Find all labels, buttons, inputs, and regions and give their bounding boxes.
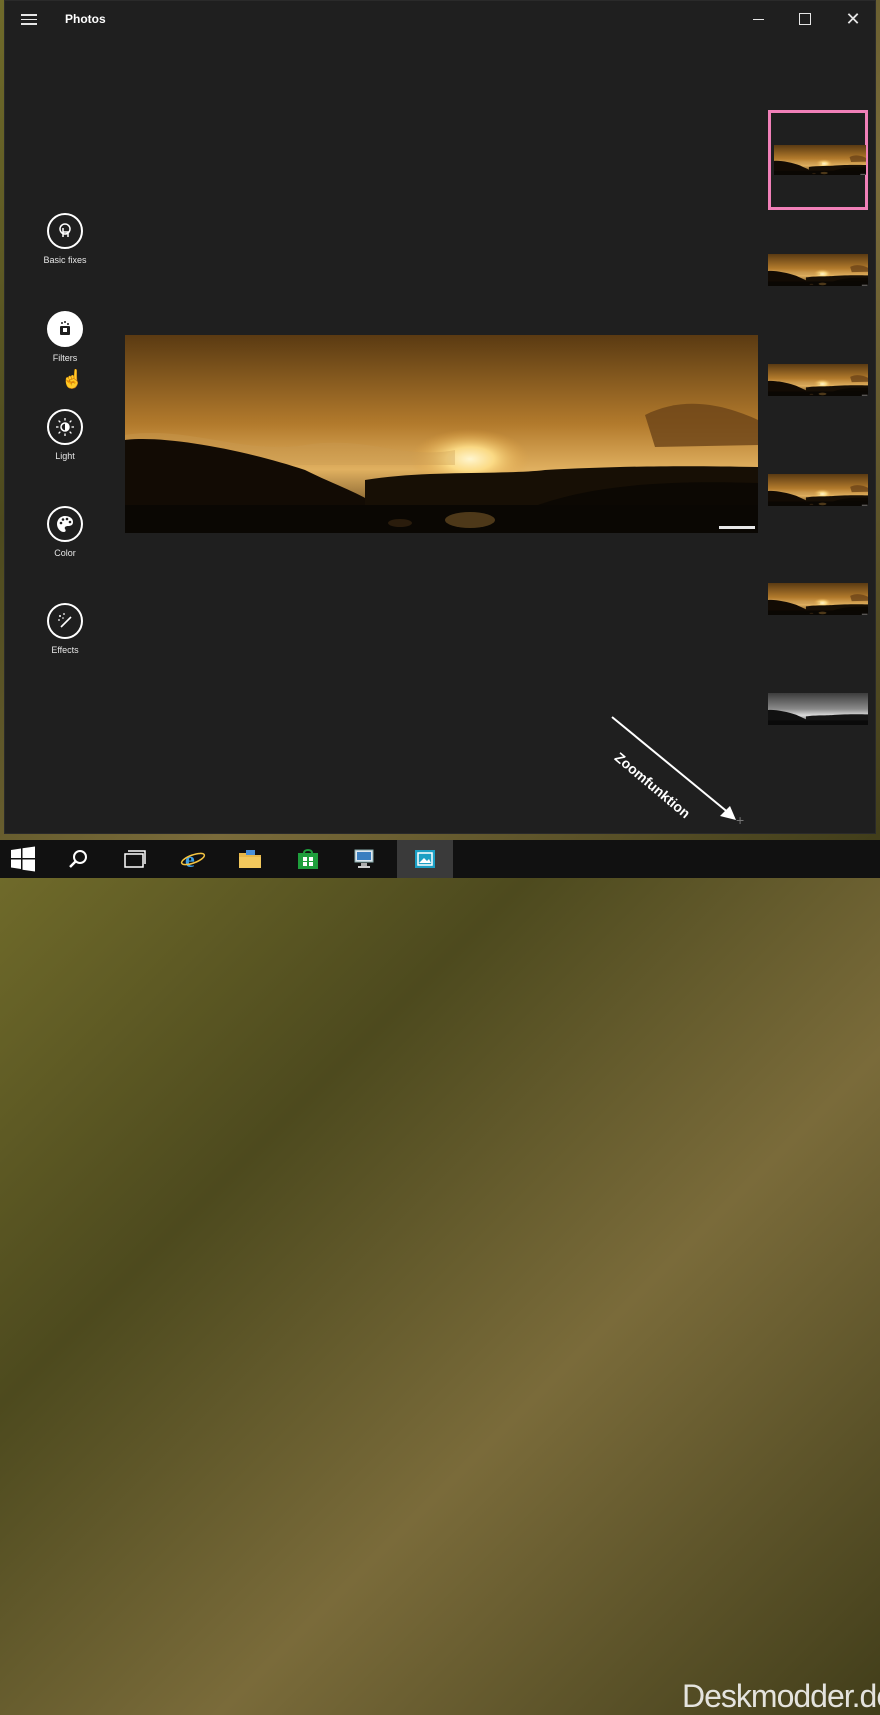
light-icon (47, 409, 83, 445)
close-button[interactable]: ✕ (830, 1, 876, 37)
tool-filters[interactable]: Filters (25, 311, 105, 363)
filter-thumbnail[interactable] (768, 474, 868, 506)
filter-thumbnail-selected[interactable] (768, 110, 868, 210)
minimize-button[interactable] (735, 1, 781, 37)
tool-label: Basic fixes (43, 255, 87, 265)
search-icon[interactable] (55, 840, 101, 878)
hand-cursor-icon: ☝ (61, 369, 84, 389)
photos-icon[interactable] (397, 840, 453, 878)
effects-wand-icon (47, 603, 83, 639)
tool-basic-fixes[interactable]: Basic fixes (25, 213, 105, 265)
maximize-icon (799, 13, 811, 25)
svg-text:e: e (185, 847, 195, 871)
start-icon[interactable] (0, 840, 46, 878)
watermark: Deskmodder.de (682, 1678, 880, 1714)
color-palette-icon (47, 506, 83, 542)
file-explorer-icon[interactable] (227, 840, 273, 878)
main-photo[interactable] (125, 335, 758, 533)
basic-fixes-icon (47, 213, 83, 249)
filter-thumbnail[interactable] (768, 583, 868, 615)
task-view-icon[interactable] (112, 840, 158, 878)
tool-label: Light (55, 451, 75, 461)
minimize-icon (752, 18, 764, 20)
tool-label: Effects (51, 645, 79, 655)
filter-thumbnail[interactable] (768, 364, 868, 396)
tool-color[interactable]: Color (25, 506, 105, 558)
tool-light[interactable]: Light (25, 409, 105, 461)
close-icon: ✕ (845, 9, 861, 29)
tool-label: Filters (52, 353, 78, 363)
network-computer-icon[interactable] (342, 840, 388, 878)
maximize-button[interactable] (782, 1, 828, 37)
store-icon[interactable] (285, 840, 331, 878)
zoom-plus-icon[interactable]: + (736, 812, 744, 828)
filter-thumbnail[interactable] (768, 254, 868, 286)
tool-label: Color (54, 548, 76, 558)
internet-explorer-icon[interactable]: e (170, 840, 216, 878)
app-title: Photos (65, 12, 106, 26)
photos-app-window: Photos ✕ Basic fixes Filters ☝ Light Col… (4, 0, 876, 834)
taskbar: e Deskmodder.de (0, 840, 880, 1714)
tool-effects[interactable]: Effects (25, 603, 105, 655)
filter-thumbnail-grayscale[interactable] (768, 693, 868, 725)
hamburger-menu-icon[interactable] (21, 11, 37, 25)
filters-icon (47, 311, 83, 347)
title-bar: Photos ✕ (5, 1, 875, 37)
